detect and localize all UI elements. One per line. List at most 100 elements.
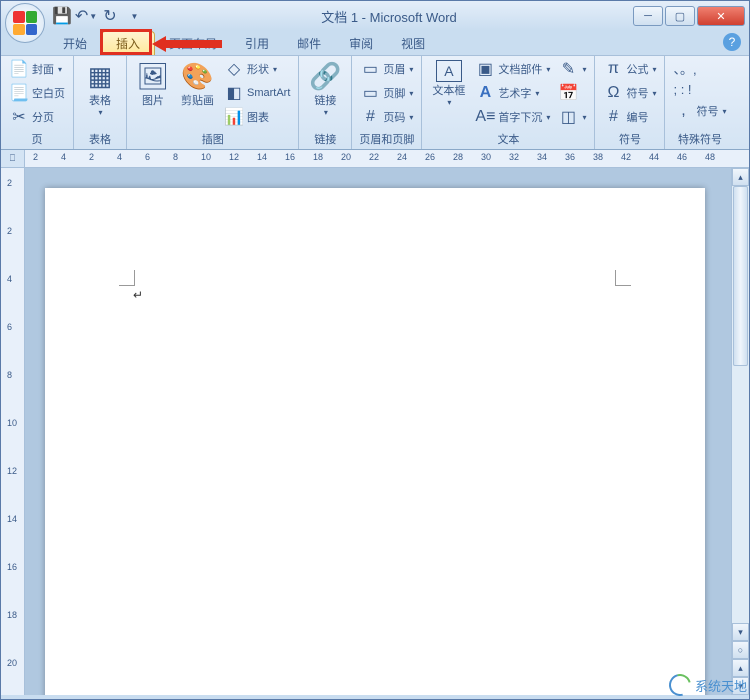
ruler-corner[interactable]: ⎕	[1, 150, 25, 168]
number-label: 编号	[626, 109, 648, 125]
document-area[interactable]: ↵	[25, 168, 731, 695]
object-button[interactable]: ◫▾	[556, 106, 588, 128]
symbol-label: 符号	[626, 85, 648, 101]
tab-insert[interactable]: 插入	[101, 31, 155, 55]
quick-parts-icon: ▣	[475, 59, 495, 79]
watermark-text: 系统天地	[695, 676, 747, 695]
quick-parts-label: 文档部件	[498, 61, 542, 77]
page[interactable]: ↵	[45, 188, 705, 695]
minimize-button[interactable]: ─	[633, 6, 663, 26]
scroll-thumb[interactable]	[733, 186, 748, 366]
table-button[interactable]: ▦ 表格▾	[80, 58, 120, 119]
dropcap-button[interactable]: A≡首字下沉▾	[473, 106, 552, 128]
special-punct2[interactable]: ; : !	[671, 81, 728, 98]
special-punct1[interactable]: 、。,	[671, 58, 728, 79]
group-symbols: π公式▾ Ω符号▾ #编号 符号	[595, 56, 665, 149]
text-cursor: ↵	[133, 288, 143, 302]
cover-page-button[interactable]: 📄封面▾	[7, 58, 67, 80]
chart-button[interactable]: 📊图表	[222, 106, 292, 128]
cover-page-icon: 📄	[9, 59, 29, 79]
tab-home[interactable]: 开始	[49, 32, 101, 55]
group-header-footer-label: 页眉和页脚	[358, 129, 415, 147]
special-symbol-button[interactable]: ,符号▾	[671, 100, 728, 122]
blank-page-button[interactable]: 📃空白页	[7, 82, 67, 104]
office-logo-icon	[13, 11, 37, 35]
link-button[interactable]: 🔗链接▾	[305, 58, 345, 119]
quick-access-toolbar: 💾 ↶▼ ↻ ▼	[51, 5, 145, 27]
table-icon: ▦	[84, 60, 116, 92]
number-icon: #	[603, 107, 623, 127]
window-controls: ─ ▢ ✕	[633, 6, 745, 26]
smartart-button[interactable]: ◧SmartArt	[222, 82, 292, 104]
header-icon: ▭	[360, 59, 380, 79]
margin-mark-tr	[615, 270, 631, 286]
ribbon-tabs: 开始 插入 页面布局 引用 邮件 审阅 视图 ?	[1, 31, 749, 55]
shapes-icon: ◇	[224, 59, 244, 79]
scroll-down-button[interactable]: ▾	[732, 623, 749, 641]
equation-button[interactable]: π公式▾	[601, 58, 658, 80]
maximize-button[interactable]: ▢	[665, 6, 695, 26]
smartart-label: SmartArt	[247, 87, 290, 99]
browse-select-button[interactable]: ○	[732, 641, 749, 659]
watermark-icon	[665, 670, 695, 700]
undo-button[interactable]: ↶▼	[75, 5, 97, 27]
redo-button[interactable]: ↻	[99, 5, 121, 27]
cover-page-label: 封面	[32, 61, 54, 77]
vertical-ruler[interactable]: 22468101214161820	[1, 168, 25, 695]
shapes-button[interactable]: ◇形状▾	[222, 58, 292, 80]
symbol-button[interactable]: Ω符号▾	[601, 82, 658, 104]
page-break-button[interactable]: ✂分页	[7, 106, 67, 128]
table-label: 表格	[89, 92, 111, 108]
signature-icon: ✎	[558, 59, 578, 79]
number-button[interactable]: #编号	[601, 106, 658, 128]
picture-icon: 🖼	[137, 60, 169, 92]
scroll-track[interactable]	[732, 186, 749, 623]
page-number-label: 页码	[383, 109, 405, 125]
group-header-footer: ▭页眉▾ ▭页脚▾ #页码▾ 页眉和页脚	[352, 56, 422, 149]
page-number-button[interactable]: #页码▾	[358, 106, 415, 128]
scroll-up-button[interactable]: ▴	[732, 168, 749, 186]
special-symbol-label: 符号	[696, 103, 718, 119]
undo-icon: ↶	[75, 6, 88, 26]
tab-layout[interactable]: 页面布局	[155, 32, 231, 55]
special-symbol-icon: ,	[673, 101, 693, 121]
signature-line-button[interactable]: ✎▾	[556, 58, 588, 80]
quick-parts-button[interactable]: ▣文档部件▾	[473, 58, 552, 80]
page-number-icon: #	[360, 107, 380, 127]
group-illustrations-label: 插图	[133, 129, 292, 147]
picture-button[interactable]: 🖼图片	[133, 58, 173, 110]
picture-label: 图片	[142, 92, 164, 108]
save-button[interactable]: 💾	[51, 5, 73, 27]
tab-mail[interactable]: 邮件	[283, 32, 335, 55]
tab-view[interactable]: 视图	[387, 32, 439, 55]
header-label: 页眉	[383, 61, 405, 77]
textbox-label: 文本框	[432, 82, 465, 98]
textbox-button[interactable]: A文本框▾	[428, 58, 469, 109]
wordart-icon: A	[475, 83, 495, 103]
clipart-button[interactable]: 🎨剪贴画	[177, 58, 218, 110]
header-button[interactable]: ▭页眉▾	[358, 58, 415, 80]
dropcap-label: 首字下沉	[498, 109, 542, 125]
vertical-scrollbar[interactable]: ▴ ▾ ○ ▴ ▾	[731, 168, 749, 695]
tab-review[interactable]: 审阅	[335, 32, 387, 55]
equation-icon: π	[603, 59, 623, 79]
help-icon[interactable]: ?	[723, 33, 741, 51]
group-illustrations: 🖼图片 🎨剪贴画 ◇形状▾ ◧SmartArt 📊图表 插图	[127, 56, 299, 149]
tab-references[interactable]: 引用	[231, 32, 283, 55]
office-button[interactable]	[5, 3, 45, 43]
link-icon: 🔗	[309, 60, 341, 92]
wordart-label: 艺术字	[498, 85, 531, 101]
footer-button[interactable]: ▭页脚▾	[358, 82, 415, 104]
blank-page-icon: 📃	[9, 83, 29, 103]
workspace: 22468101214161820 ↵ ▴ ▾ ○ ▴ ▾	[1, 168, 749, 695]
qat-customize[interactable]: ▼	[123, 5, 145, 27]
close-button[interactable]: ✕	[697, 6, 745, 26]
dropcap-icon: A≡	[475, 107, 495, 127]
wordart-button[interactable]: A艺术字▾	[473, 82, 552, 104]
window-title: 文档 1 - Microsoft Word	[145, 7, 633, 26]
date-time-button[interactable]: 📅	[556, 82, 588, 104]
group-tables: ▦ 表格▾ 表格	[74, 56, 127, 149]
horizontal-ruler[interactable]: 2424681012141618202224262830323436384244…	[25, 150, 749, 168]
clipart-label: 剪贴画	[181, 92, 214, 108]
save-icon: 💾	[52, 6, 72, 26]
